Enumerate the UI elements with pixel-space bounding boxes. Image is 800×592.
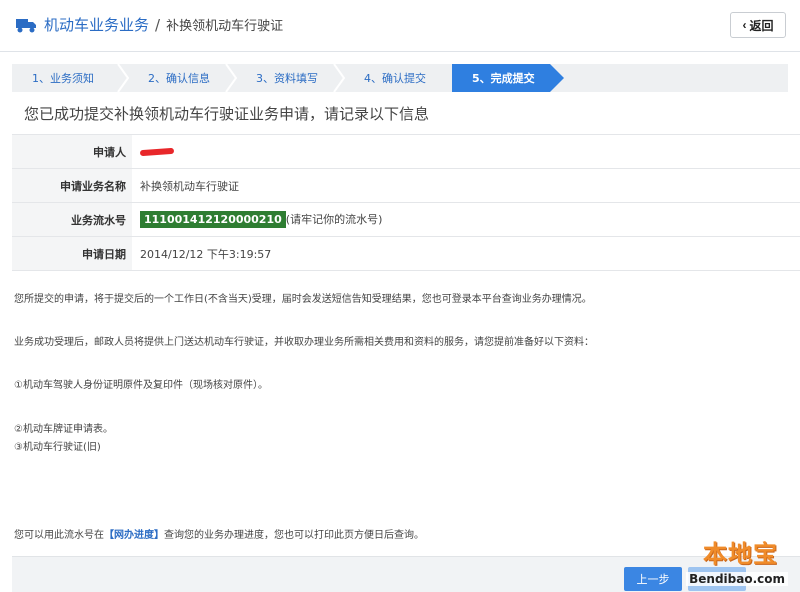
progress-query-link[interactable]: 【网办进度】 [104, 530, 164, 541]
serial-hint: (请牢记你的流水号) [285, 213, 383, 226]
category-title[interactable]: 机动车业务业务 [44, 16, 149, 34]
application-info-table: 申请人 申请业务名称 补换领机动车行驶证 业务流水号 1110014121200… [12, 134, 800, 271]
note-line: 业务成功受理后，邮政人员将提供上门送达机动车行驶证，并收取办理业务所需相关费用和… [14, 337, 594, 348]
back-label: 返回 [749, 18, 774, 33]
table-row: 业务流水号 111001412120000210 (请牢记你的流水号) [12, 202, 800, 237]
note-suffix: 查询您的业务办理进度，您也可以打印此页方便日后查询。 [164, 530, 424, 541]
table-row: 申请人 [12, 134, 800, 169]
business-name-label: 申请业务名称 [12, 168, 132, 203]
bendibao-watermark: 本地宝 Bendibao.com [682, 534, 788, 586]
date-value: 2014/12/12 下午3:19:57 [132, 236, 800, 271]
note-line: ②机动车牌证申请表。 [14, 424, 113, 435]
back-button[interactable]: ‹ 返回 [730, 12, 786, 38]
truck-icon [16, 19, 36, 33]
breadcrumb-separator: / [155, 16, 161, 34]
serial-label: 业务流水号 [12, 202, 132, 237]
previous-step-button[interactable]: 上一步 [624, 567, 682, 591]
note-line: 您可以用此流水号在【网办进度】查询您的业务办理进度，您也可以打印此页方便日后查询… [14, 526, 424, 541]
page-title: 机动车业务业务 / 补换领机动车行驶证 [44, 14, 283, 35]
step-label: 4、确认提交 [364, 72, 426, 85]
date-label: 申请日期 [12, 236, 132, 271]
watermark-cn: 本地宝 [703, 540, 778, 568]
note-line: 您所提交的申请，将于提交后的一个工作日(不含当天)受理，届时会发送短信告知受理结… [14, 294, 592, 305]
step-3: 3、资料填写 [236, 64, 346, 92]
serial-cell: 111001412120000210 (请牢记你的流水号) [132, 202, 800, 237]
note-prefix: 您可以用此流水号在 [14, 530, 104, 541]
note-line: ①机动车驾驶人身份证明原件及复印件（现场核对原件）。 [14, 380, 268, 391]
step-label: 5、完成提交 [472, 72, 535, 85]
business-name-value: 补换领机动车行驶证 [132, 168, 800, 203]
success-message: 您已成功提交补换领机动车行驶证业务申请，请记录以下信息 [24, 105, 430, 123]
step-5-active: 5、完成提交 [452, 64, 564, 92]
note-line: ③机动车行驶证(旧) [14, 442, 101, 453]
applicant-value [132, 134, 800, 169]
redaction-mark [139, 147, 175, 157]
applicant-label: 申请人 [12, 134, 132, 169]
step-label: 1、业务须知 [32, 72, 94, 85]
serial-number: 111001412120000210 [140, 211, 286, 228]
breadcrumb-current: 补换领机动车行驶证 [166, 19, 284, 34]
table-row: 申请业务名称 补换领机动车行驶证 [12, 168, 800, 203]
table-row: 申请日期 2014/12/12 下午3:19:57 [12, 236, 800, 271]
step-label: 3、资料填写 [256, 72, 318, 85]
step-2: 2、确认信息 [128, 64, 238, 92]
chevron-left-icon: ‹ [742, 18, 747, 32]
step-1: 1、业务须知 [12, 64, 122, 92]
page-header: 机动车业务业务 / 补换领机动车行驶证 ‹ 返回 [0, 0, 800, 52]
step-progress-bar: 1、业务须知 2、确认信息 3、资料填写 4、确认提交 5、完成提交 [12, 64, 788, 92]
watermark-en: Bendibao.com [686, 572, 788, 586]
step-4: 4、确认提交 [344, 64, 452, 92]
step-label: 2、确认信息 [148, 72, 210, 85]
